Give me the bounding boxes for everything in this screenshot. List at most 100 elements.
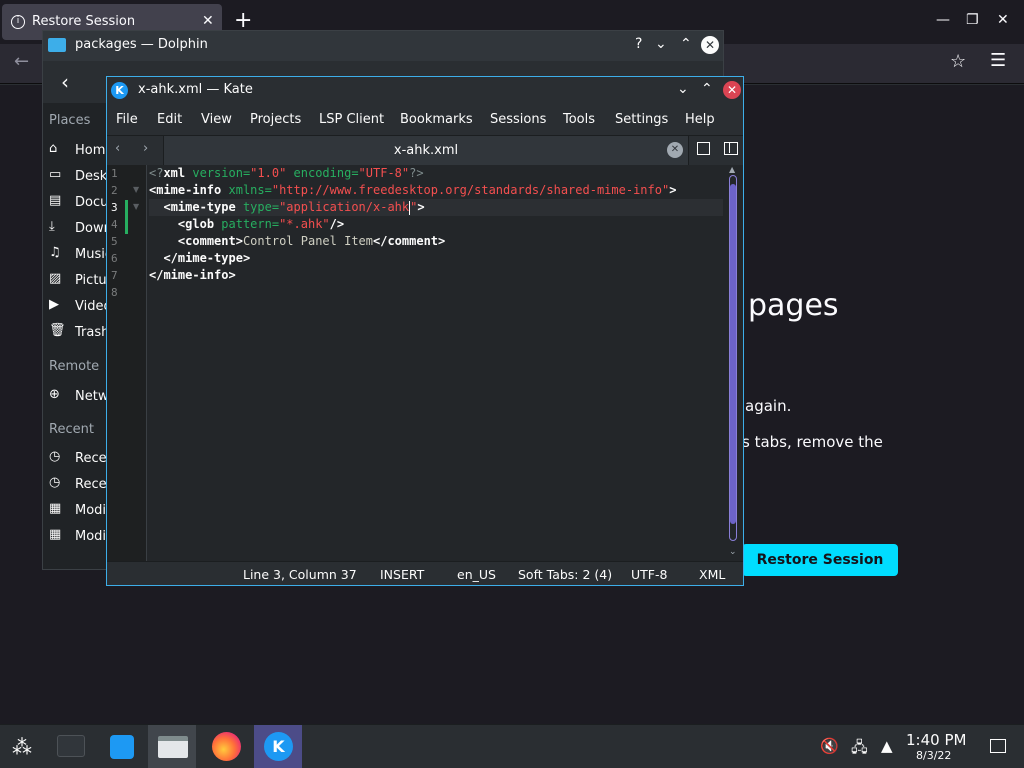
scrollbar-thumb[interactable]	[730, 184, 736, 524]
line-number: 3	[111, 201, 118, 214]
indentation-settings[interactable]: Soft Tabs: 2 (4)	[518, 567, 612, 582]
clock-date[interactable]: 8/3/22	[916, 749, 951, 762]
back-arrow-icon[interactable]: ‹	[61, 70, 69, 94]
network-icon[interactable]: 🖧	[851, 737, 868, 762]
maximize-icon[interactable]: ❐	[966, 12, 979, 28]
kate-tabbar: ‹ › x-ahk.xml ✕	[107, 135, 743, 166]
code-text[interactable]: <?xml version="1.0" encoding="UTF-8"?> <…	[149, 165, 723, 561]
scroll-down-icon[interactable]: ⌄	[729, 547, 737, 557]
minimize-icon[interactable]: ⌄	[677, 81, 689, 97]
menu-view[interactable]: View	[201, 112, 232, 127]
menu-tools[interactable]: Tools	[563, 112, 595, 127]
sidebar-item-label: Trash	[75, 325, 109, 340]
syntax-mode[interactable]: XML	[699, 567, 725, 582]
close-tab-icon[interactable]: ✕	[667, 142, 683, 158]
mute-icon[interactable]: 🔇	[820, 737, 839, 755]
file-tab[interactable]: x-ahk.xml ✕	[163, 136, 689, 166]
desktop-pager-icon	[57, 735, 85, 757]
show-desktop-icon[interactable]	[990, 739, 1006, 753]
back-arrow-icon[interactable]: ←	[14, 51, 29, 72]
taskbar-dolphin[interactable]	[148, 725, 196, 768]
kate-window: K x-ahk.xml — Kate ⌄ ⌃ ✕ File Edit View Pro…	[106, 76, 744, 586]
sidebar-item-label: Video	[75, 299, 109, 314]
close-icon[interactable]: ✕	[997, 12, 1009, 28]
netw-icon: ⊕	[49, 387, 60, 402]
vertical-scrollbar[interactable]	[729, 175, 737, 541]
sidebar-item-label: Recer	[75, 451, 109, 466]
menu-projects[interactable]: Projects	[250, 112, 301, 127]
file-tab-name: x-ahk.xml	[393, 143, 459, 158]
tray-arrow-icon[interactable]: ▲	[881, 737, 893, 755]
taskbar-discover[interactable]	[98, 725, 146, 768]
restore-text-line1: again.	[745, 397, 792, 415]
dictionary[interactable]: en_US	[457, 567, 496, 582]
application-launcher[interactable]: ⁂	[0, 725, 48, 768]
restore-heading: pages	[748, 288, 839, 323]
sidebar-item-recer[interactable]: ◷ Recer	[49, 449, 109, 471]
line-number: 7	[111, 269, 118, 282]
restore-session-button[interactable]: Restore Session	[742, 544, 898, 576]
menu-lsp-client[interactable]: LSP Client	[319, 112, 384, 127]
new-document-icon[interactable]	[697, 142, 710, 155]
menu-help[interactable]: Help	[685, 112, 715, 127]
code-line-current: <mime-type type="application/x-ahk">	[149, 199, 723, 216]
close-tab-icon[interactable]: ✕	[202, 13, 214, 29]
sidebar-item-down[interactable]: ⤓ Down	[49, 219, 109, 241]
line-number: 8	[111, 286, 118, 299]
close-icon[interactable]: ✕	[723, 81, 741, 99]
taskbar-kate[interactable]: K	[254, 725, 302, 768]
sidebar-item-music[interactable]: ♫ Music	[49, 245, 109, 267]
fold-marker-icon[interactable]: ▼	[133, 202, 139, 211]
sidebar-item-modi[interactable]: ▦ Modi	[49, 527, 109, 549]
scroll-up-icon[interactable]: ▲	[729, 165, 735, 174]
sidebar-item-desk[interactable]: ▭ Desk	[49, 167, 109, 189]
clock-time[interactable]: 1:40 PM	[906, 731, 966, 749]
taskbar-firefox[interactable]	[202, 725, 250, 768]
hamburger-menu-icon[interactable]: ☰	[990, 50, 1006, 71]
sidebar-item-docu[interactable]: ▤ Docu	[49, 193, 109, 215]
minimize-icon[interactable]: ⌄	[655, 36, 667, 52]
firefox-tab-title: Restore Session	[32, 14, 136, 29]
code-line: <?xml version="1.0" encoding="UTF-8"?>	[149, 166, 424, 180]
sidebar-item-recer[interactable]: ◷ Recer	[49, 475, 109, 497]
encoding[interactable]: UTF-8	[631, 567, 667, 582]
taskbar: ⁂ K 🔇 🖧 ▲ 1:40 PM 8/3/22	[0, 724, 1024, 768]
menu-settings[interactable]: Settings	[615, 112, 668, 127]
chevron-right-icon[interactable]: ›	[143, 141, 148, 156]
menu-bookmarks[interactable]: Bookmarks	[400, 112, 473, 127]
cursor-position[interactable]: Line 3, Column 37	[243, 567, 357, 582]
menu-edit[interactable]: Edit	[157, 112, 182, 127]
sidebar-item-modi[interactable]: ▦ Modi	[49, 501, 109, 523]
modi-icon: ▦	[49, 527, 62, 542]
help-icon[interactable]: ?	[635, 36, 642, 52]
sidebar-item-pictu[interactable]: ▨ Pictu	[49, 271, 109, 293]
kate-menubar: File Edit View Projects LSP Client Bookmarks S…	[107, 105, 743, 135]
desk-icon: ▭	[49, 167, 62, 182]
maximize-icon[interactable]: ⌃	[701, 81, 713, 97]
input-mode[interactable]: INSERT	[380, 567, 424, 582]
sidebar-item-label: Music	[75, 247, 109, 262]
sidebar-item-label: Down	[75, 221, 109, 236]
chevron-left-icon[interactable]: ‹	[115, 141, 120, 156]
fold-marker-icon[interactable]: ▼	[133, 185, 139, 194]
sidebar-item-home[interactable]: ⌂ Home	[49, 141, 109, 163]
menu-sessions[interactable]: Sessions	[490, 112, 546, 127]
close-icon[interactable]: ✕	[701, 36, 719, 54]
kate-title: x-ahk.xml — Kate	[138, 82, 253, 97]
line-number: 6	[111, 252, 118, 265]
kate-titlebar[interactable]: K x-ahk.xml — Kate ⌄ ⌃ ✕	[107, 77, 743, 105]
sidebar-item-trash[interactable]: 🗑 Trash	[49, 323, 109, 345]
editor-area[interactable]: 1 2 3 4 5 6 7 8 ▼ ▼ <?xml version="1.0" encodin…	[107, 165, 743, 561]
firefox-icon	[212, 732, 241, 761]
minimize-icon[interactable]: —	[936, 12, 950, 28]
sidebar-item-netw[interactable]: ⊕ Netw	[49, 387, 109, 409]
split-view-icon[interactable]	[724, 142, 738, 155]
sidebar-item-video[interactable]: ▶ Video	[49, 297, 109, 319]
virtual-desktop-pager[interactable]	[48, 725, 96, 768]
maximize-icon[interactable]: ⌃	[680, 36, 692, 52]
dolphin-titlebar[interactable]: packages — Dolphin ? ⌄ ⌃ ✕	[43, 31, 723, 61]
sidebar-item-label: Netw	[75, 389, 109, 404]
star-icon[interactable]: ☆	[950, 51, 966, 72]
menu-file[interactable]: File	[116, 112, 138, 127]
modi-icon: ▦	[49, 501, 62, 516]
